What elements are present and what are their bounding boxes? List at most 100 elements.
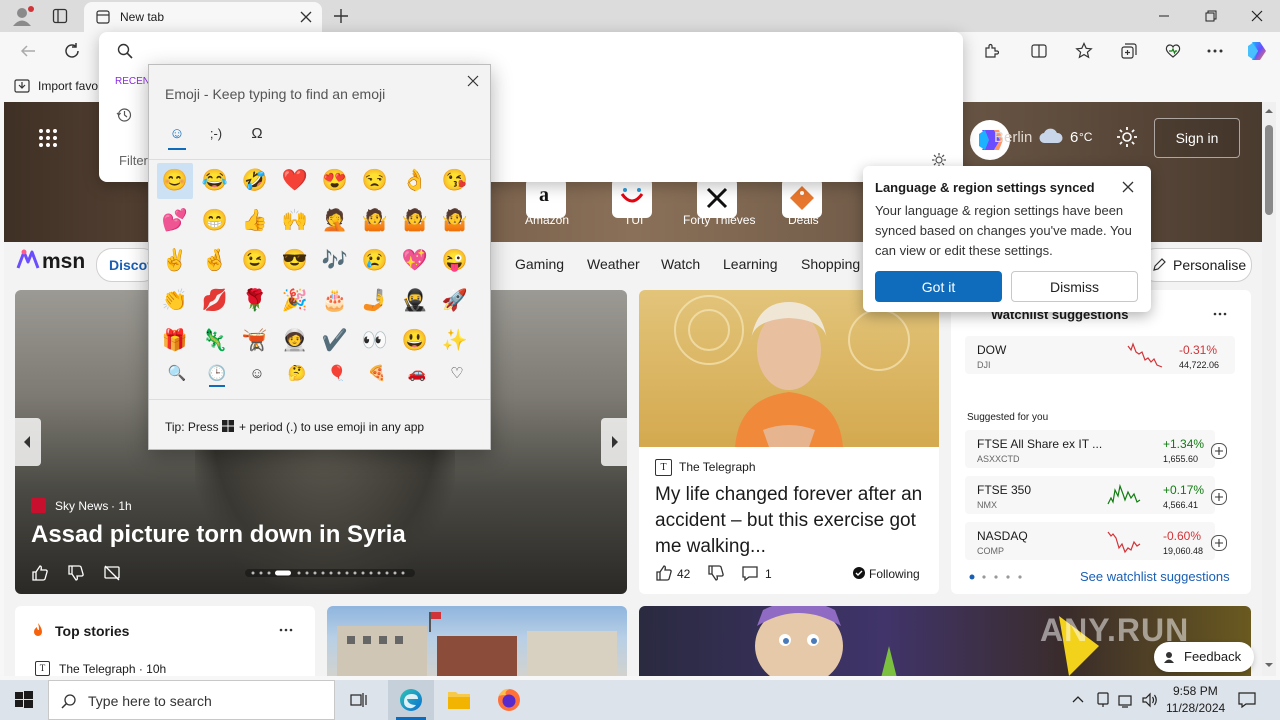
- emoji-cell[interactable]: 😎: [277, 243, 313, 279]
- emoji-cell[interactable]: 🤣: [237, 163, 273, 199]
- dismiss-button[interactable]: Dismiss: [1011, 271, 1138, 302]
- emoji-cell[interactable]: 🌹: [237, 283, 273, 319]
- network-icon[interactable]: [1118, 692, 1134, 708]
- carousel-dots[interactable]: [245, 569, 415, 577]
- back-icon[interactable]: [20, 43, 36, 59]
- article-headline[interactable]: My life changed forever after an acciden…: [655, 482, 927, 560]
- emoji-cell[interactable]: 🫕: [237, 323, 273, 359]
- emoji-tab-kaomoji[interactable]: ;-): [204, 121, 228, 145]
- emoji-cell[interactable]: 🥷: [397, 283, 433, 319]
- emoji-cell[interactable]: 🚀: [437, 283, 473, 319]
- emoji-cell[interactable]: 🤷: [397, 203, 433, 239]
- tile-deals[interactable]: [782, 178, 822, 218]
- emoji-tab-symbols[interactable]: Ω: [245, 121, 269, 145]
- stock-row-ftse-350[interactable]: FTSE 350 NMX +0.17% 4,566.41: [965, 476, 1215, 514]
- emoji-tab-smiley-icon[interactable]: ☺: [165, 121, 189, 145]
- add-stock-icon[interactable]: [1211, 443, 1227, 459]
- article-dislike-icon[interactable]: [707, 564, 725, 582]
- story-image-buildings[interactable]: [327, 606, 627, 676]
- emoji-cell[interactable]: 😂: [197, 163, 233, 199]
- nav-shopping[interactable]: Shopping: [801, 256, 860, 272]
- emoji-cell[interactable]: 💋: [197, 283, 233, 319]
- emoji-cell[interactable]: 😜: [437, 243, 473, 279]
- emoji-cell[interactable]: 🤞: [197, 243, 233, 279]
- comment-icon[interactable]: [741, 564, 759, 582]
- thumbs-down-icon[interactable]: [67, 564, 85, 582]
- following-label[interactable]: Following: [869, 567, 920, 581]
- filter-label[interactable]: Filter: [119, 153, 148, 168]
- close-window-icon[interactable]: [1251, 10, 1263, 22]
- carousel-next-button[interactable]: [601, 418, 627, 466]
- clock-date[interactable]: 11/28/2024: [1166, 701, 1225, 715]
- emoji-cell[interactable]: ✌️: [157, 243, 193, 279]
- profile-icon[interactable]: [12, 5, 34, 27]
- category-travel-icon[interactable]: 🚗: [405, 361, 429, 385]
- settings-gear-icon[interactable]: [1116, 126, 1138, 148]
- category-recent-icon[interactable]: 🕒: [205, 361, 229, 385]
- emoji-close-icon[interactable]: [467, 75, 479, 87]
- nav-learning[interactable]: Learning: [723, 256, 778, 272]
- sign-in-button[interactable]: Sign in: [1154, 118, 1240, 158]
- emoji-cell[interactable]: 🎶: [317, 243, 353, 279]
- msn-logo-icon[interactable]: [16, 248, 40, 272]
- category-heart-icon[interactable]: ♡: [445, 361, 469, 385]
- category-smileys-icon[interactable]: ☺: [245, 361, 269, 385]
- copilot-icon[interactable]: [1246, 40, 1268, 62]
- emoji-cell[interactable]: 😃: [397, 323, 433, 359]
- nav-gaming[interactable]: Gaming: [515, 256, 564, 272]
- nav-weather[interactable]: Weather: [587, 256, 640, 272]
- volume-icon[interactable]: [1142, 692, 1158, 708]
- emoji-cell[interactable]: 😉: [237, 243, 273, 279]
- emoji-cell[interactable]: 🙌: [277, 203, 313, 239]
- stock-row-dow[interactable]: DOW DJI -0.31% 44,722.06: [965, 336, 1235, 374]
- restore-icon[interactable]: [1205, 10, 1217, 22]
- carousel-prev-button[interactable]: [15, 418, 41, 466]
- emoji-cell[interactable]: 💕: [157, 203, 193, 239]
- refresh-icon[interactable]: [63, 42, 81, 60]
- category-celebration-icon[interactable]: 🎈: [325, 361, 349, 385]
- new-tab-plus-icon[interactable]: [333, 8, 349, 24]
- task-view-icon[interactable]: [350, 692, 368, 708]
- nav-watch[interactable]: Watch: [661, 256, 700, 272]
- tile-amazon[interactable]: a: [526, 178, 566, 218]
- notice-close-icon[interactable]: [1122, 181, 1134, 193]
- app-launcher-icon[interactable]: [38, 128, 58, 148]
- got-it-button[interactable]: Got it: [875, 271, 1002, 302]
- tile-forty-thieves[interactable]: [697, 178, 737, 218]
- category-food-icon[interactable]: 🍕: [365, 361, 389, 385]
- notifications-icon[interactable]: [1238, 692, 1256, 708]
- browser-essentials-icon[interactable]: [1164, 42, 1182, 60]
- emoji-cell[interactable]: 💖: [397, 243, 433, 279]
- collections-icon[interactable]: [1120, 42, 1138, 60]
- emoji-cell[interactable]: 🤷: [437, 203, 473, 239]
- emoji-cell[interactable]: 🤳: [357, 283, 393, 319]
- emoji-cell[interactable]: 👏: [157, 283, 193, 319]
- article-like-icon[interactable]: [655, 564, 673, 582]
- emoji-cell[interactable]: 🎂: [317, 283, 353, 319]
- add-stock-icon[interactable]: [1211, 535, 1227, 551]
- see-watchlist-link[interactable]: See watchlist suggestions: [1080, 569, 1230, 584]
- tile-tui[interactable]: [612, 178, 652, 218]
- import-favorites-link[interactable]: Import favo: [38, 79, 98, 93]
- start-button[interactable]: [0, 680, 48, 720]
- emoji-cell[interactable]: 👌: [397, 163, 433, 199]
- category-people-icon[interactable]: 🤔: [285, 361, 309, 385]
- emoji-cell[interactable]: 🦎: [197, 323, 233, 359]
- clock-time[interactable]: 9:58 PM: [1173, 684, 1218, 698]
- emoji-cell[interactable]: 😊: [157, 163, 193, 199]
- emoji-picker-panel[interactable]: Emoji - Keep typing to find an emoji ☺ ;…: [148, 64, 491, 450]
- top-stories-more-icon[interactable]: [279, 628, 293, 632]
- emoji-cell[interactable]: 🤷: [357, 203, 393, 239]
- hide-story-icon[interactable]: [103, 564, 121, 582]
- thumbs-up-icon[interactable]: [31, 564, 49, 582]
- stock-row-nasdaq[interactable]: NASDAQ COMP -0.60% 19,060.48: [965, 522, 1215, 560]
- more-menu-icon[interactable]: [1207, 49, 1223, 53]
- weather-location[interactable]: Berlin: [994, 129, 1032, 146]
- tab-actions-icon[interactable]: [52, 8, 68, 24]
- feature-headline[interactable]: Assad picture torn down in Syria: [31, 521, 406, 549]
- emoji-cell[interactable]: ✨: [437, 323, 473, 359]
- emoji-cell[interactable]: 🎁: [157, 323, 193, 359]
- minimize-icon[interactable]: [1158, 10, 1170, 22]
- file-explorer-taskbar-button[interactable]: [436, 680, 482, 720]
- tab-new-tab[interactable]: New tab: [84, 2, 322, 32]
